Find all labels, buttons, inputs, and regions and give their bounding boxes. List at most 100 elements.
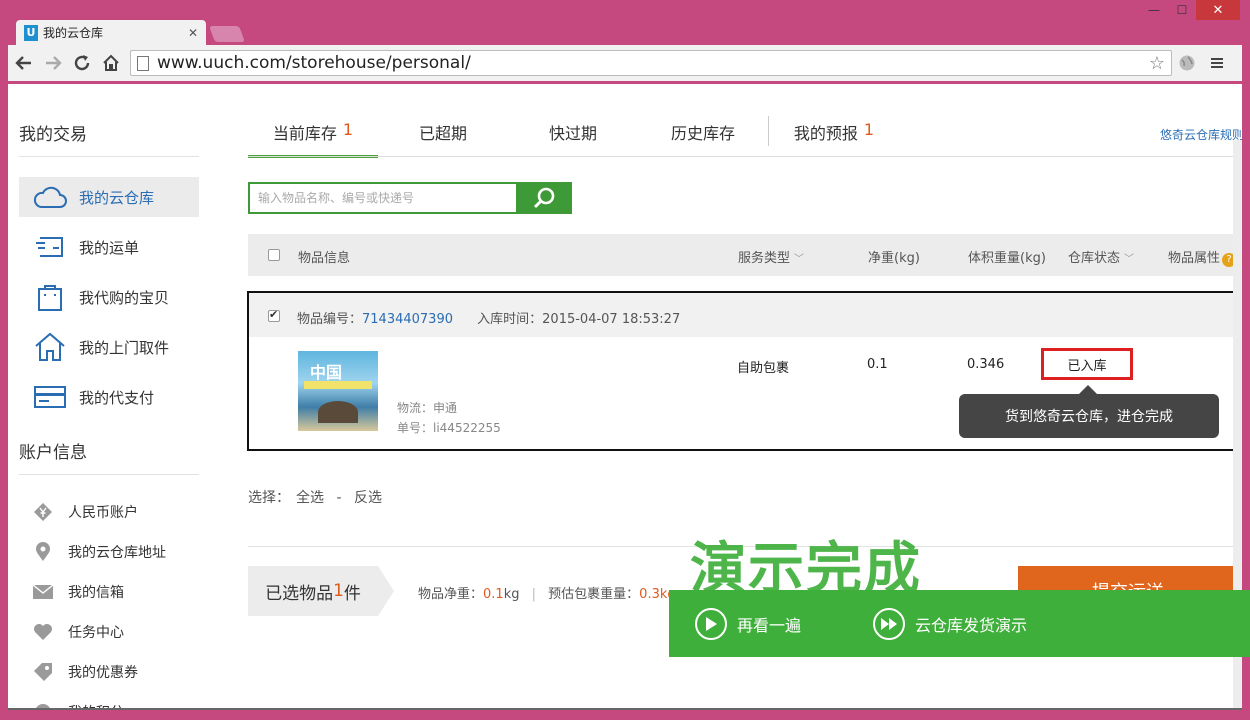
net-weight-total: 0.1	[483, 587, 504, 602]
selected-count: 1	[333, 581, 344, 601]
warehouse-rules-link[interactable]: 悠奇云仓库规则	[1160, 126, 1242, 143]
sidebar-item-purchases[interactable]: 我代购的宝贝	[19, 277, 199, 317]
sidebar-item-label: 我的信箱	[68, 585, 124, 601]
sidebar-item-label: 我的上门取件	[79, 338, 170, 357]
tab-forecast[interactable]: 我的预报 1	[769, 108, 899, 158]
new-tab-button[interactable]	[209, 26, 245, 42]
sidebar-item-pickup[interactable]: 我的上门取件	[19, 327, 199, 367]
sidebar-item-waybill[interactable]: 我的运单	[19, 227, 199, 267]
menu-icon[interactable]	[1202, 50, 1232, 76]
replay-label: 再看一遍	[737, 615, 802, 635]
sidebar-item-label: 我的优惠券	[68, 665, 138, 681]
cloud-icon	[33, 182, 67, 212]
stock-time-label: 入库时间：	[477, 312, 543, 327]
sidebar-item-warehouse-address[interactable]: 我的云仓库地址	[32, 540, 166, 564]
tab-history[interactable]: 历史库存	[638, 108, 768, 158]
estimated-weight-label: 预估包裹重量：	[548, 587, 640, 602]
home-icon	[33, 332, 67, 362]
sidebar-item-cloud-warehouse[interactable]: 我的云仓库	[19, 177, 199, 217]
status-tooltip: 货到悠奇云仓库，进仓完成	[959, 385, 1219, 438]
location-pin-icon	[32, 542, 54, 562]
search-bar	[248, 182, 572, 214]
item-thumbnail[interactable]: 中国	[298, 351, 378, 431]
header-net-weight: 净重(kg)	[868, 251, 920, 266]
chevron-down-icon: ﹀	[794, 254, 805, 265]
sidebar-item-rmb-account[interactable]: 人民币账户	[32, 500, 138, 524]
address-bar[interactable]: www.uuch.com/storehouse/personal/ ☆	[130, 50, 1172, 76]
sidebar-item-label: 我代购的宝贝	[79, 288, 170, 307]
select-label: 选择：	[248, 490, 290, 506]
header-warehouse-status[interactable]: 仓库状态 ﹀	[1068, 247, 1134, 266]
maximize-button[interactable]: ☐	[1168, 0, 1196, 20]
forward-arrow-icon[interactable]	[40, 50, 66, 76]
item-id-link[interactable]: 71434407390	[362, 312, 453, 327]
header-label: 物品属性	[1168, 251, 1221, 266]
browser-tab[interactable]: U 我的云仓库 ✕	[16, 20, 206, 45]
page-icon	[137, 55, 149, 71]
item-id-label: 物品编号：	[297, 312, 363, 327]
tab-current-stock[interactable]: 当前库存 1	[248, 108, 378, 158]
next-demo-button[interactable]: 云仓库发货演示	[873, 607, 1028, 640]
chevron-down-icon: ﹀	[1124, 254, 1135, 265]
waybill-icon	[33, 232, 67, 262]
replay-button[interactable]: 再看一遍	[695, 607, 802, 640]
tab-close-icon[interactable]: ✕	[188, 26, 198, 40]
reload-icon[interactable]	[69, 50, 95, 76]
tracking-number: 单号：li44522255	[397, 421, 501, 435]
service-type-value: 自助包裹	[737, 361, 790, 376]
sidebar-item-mailbox[interactable]: 我的信箱	[32, 580, 124, 604]
thumbnail-banner	[304, 381, 372, 389]
globe-icon[interactable]	[1172, 50, 1202, 76]
summary-separator: |	[531, 587, 537, 602]
sidebar-item-label: 任务中心	[68, 625, 124, 641]
sidebar-item-coupons[interactable]: 我的优惠券	[32, 660, 138, 684]
net-weight-value: 0.1	[867, 357, 888, 372]
tab-label: 历史库存	[670, 124, 735, 143]
sidebar-item-task-center[interactable]: 任务中心	[32, 620, 124, 644]
tab-label: 快过期	[548, 124, 597, 143]
sidebar-item-payment[interactable]: 我的代支付	[19, 377, 199, 417]
tabs-underline	[248, 156, 1238, 157]
url-text[interactable]: www.uuch.com/storehouse/personal/	[157, 53, 1149, 73]
volume-weight-value: 0.346	[967, 357, 1005, 372]
home-button-icon[interactable]	[98, 50, 124, 76]
select-all-link[interactable]: 全选	[296, 490, 324, 506]
sidebar-heading-account: 账户信息	[19, 443, 87, 463]
invert-selection-link[interactable]: 反选	[354, 490, 382, 506]
select-all-checkbox[interactable]	[268, 249, 280, 261]
play-icon	[695, 607, 727, 640]
horizontal-scrollbar[interactable]	[8, 708, 1242, 710]
net-weight-unit: kg	[503, 587, 520, 602]
status-badge: 已入库	[1041, 348, 1133, 380]
minimize-button[interactable]: —	[1140, 0, 1168, 20]
next-demo-label: 云仓库发货演示	[915, 615, 1028, 635]
select-separator: -	[336, 490, 342, 506]
selection-controls: 选择： 全选 - 反选	[248, 487, 382, 507]
heart-icon	[32, 622, 54, 642]
search-input[interactable]	[248, 182, 516, 214]
item-row-header: 物品编号：71434407390 入库时间：2015-04-07 18:53:2…	[249, 293, 1238, 337]
search-button[interactable]	[516, 182, 572, 214]
selected-prefix: 已选物品	[265, 583, 334, 604]
sidebar-item-label: 我的云仓库地址	[68, 545, 166, 561]
item-checkbox[interactable]	[268, 308, 280, 322]
browser-chrome: U 我的云仓库 ✕ — ☐ ✕ www.uuch.com/storehouse/…	[0, 0, 1250, 84]
close-window-button[interactable]: ✕	[1196, 0, 1240, 20]
header-service-type[interactable]: 服务类型 ﹀	[738, 247, 804, 266]
tab-count: 1	[342, 120, 354, 139]
thumbnail-text: 中国	[310, 363, 343, 382]
sidebar-heading-trade: 我的交易	[19, 125, 87, 145]
tab-label: 我的预报	[793, 124, 858, 143]
sidebar-item-label: 我的代支付	[79, 388, 155, 407]
sidebar-item-label: 人民币账户	[68, 505, 138, 521]
selected-suffix: 件	[343, 583, 361, 604]
tab-count: 1	[863, 120, 875, 139]
thumbnail-graphic	[318, 401, 358, 423]
back-arrow-icon[interactable]	[11, 50, 37, 76]
logistics-text: 物流：申通	[397, 401, 458, 415]
tab-overdue[interactable]: 已超期	[378, 108, 508, 158]
weight-summary: 物品净重：0.1kg | 预估包裹重量：0.3kg	[418, 583, 676, 602]
tab-expiring[interactable]: 快过期	[508, 108, 638, 158]
bookmark-star-icon[interactable]: ☆	[1149, 53, 1165, 74]
favicon-icon: U	[24, 24, 38, 41]
